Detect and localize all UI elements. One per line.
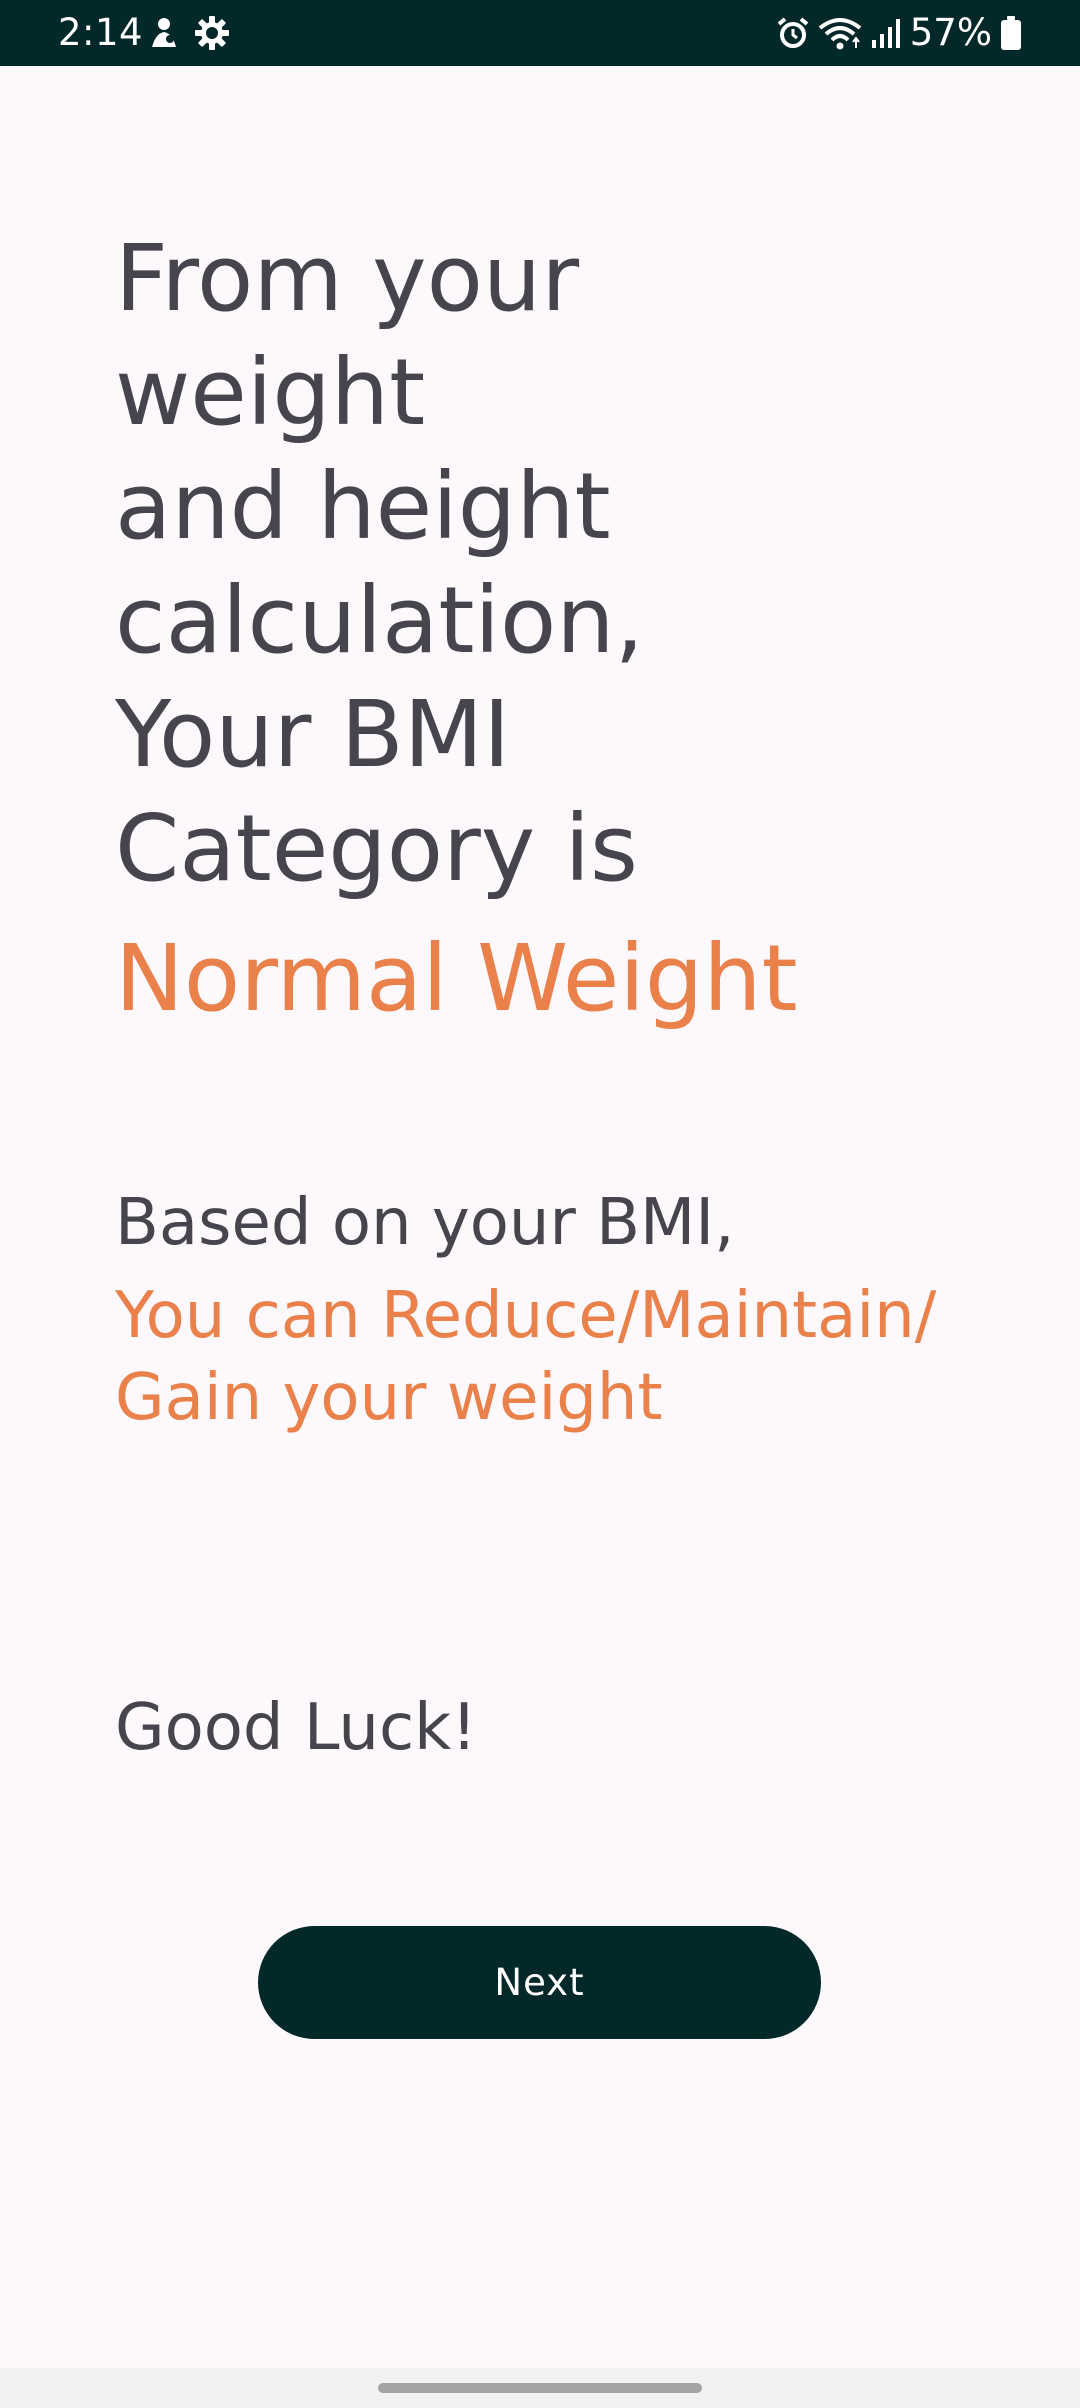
wifi-icon	[818, 16, 862, 50]
headline-line: and height	[115, 453, 611, 560]
battery-icon	[1000, 15, 1022, 51]
status-left-icons	[146, 15, 230, 51]
closing-message: Good Luck!	[115, 1691, 477, 1765]
alarm-icon	[776, 16, 810, 50]
result-headline: From your weight and height calculation,…	[115, 222, 1015, 906]
advice-line: You can Reduce/Maintain/	[115, 1279, 937, 1353]
settings-gear-icon	[194, 15, 230, 51]
status-time: 2:14	[58, 11, 144, 54]
home-gesture-handle[interactable]	[378, 2383, 702, 2393]
advice-line: Gain your weight	[115, 1361, 663, 1435]
signal-icon	[870, 16, 902, 50]
status-right: 57%	[776, 12, 1022, 54]
headline-line: Category is	[115, 795, 638, 902]
advice-intro: Based on your BMI,	[115, 1186, 735, 1260]
navigation-bar	[0, 2368, 1080, 2408]
headline-line: From your	[115, 225, 580, 332]
mascot-icon	[146, 15, 182, 51]
bmi-category: Normal Weight	[115, 925, 798, 1032]
advice-text: You can Reduce/Maintain/ Gain your weigh…	[115, 1275, 1015, 1439]
headline-line: weight	[115, 339, 426, 446]
battery-percent: 57%	[909, 11, 992, 54]
next-button[interactable]: Next	[258, 1926, 821, 2039]
headline-line: Your BMI	[115, 681, 511, 788]
headline-line: calculation,	[115, 567, 644, 674]
status-bar: 2:14 57%	[0, 0, 1080, 66]
